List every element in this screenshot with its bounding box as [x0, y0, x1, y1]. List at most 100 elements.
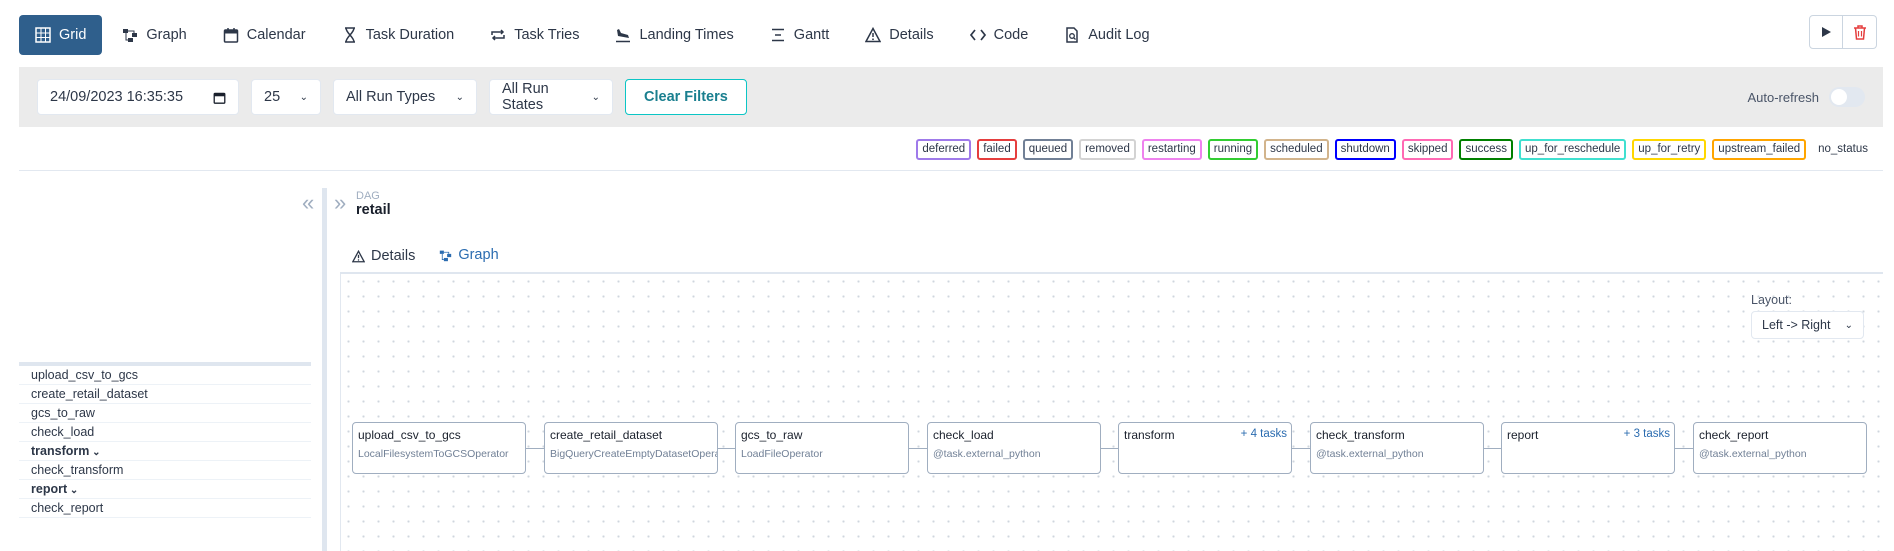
- breadcrumb-dag-label: DAG: [356, 190, 380, 202]
- graph-node-check-report[interactable]: check_report @task.external_python: [1693, 422, 1867, 474]
- graph-canvas[interactable]: [340, 274, 1883, 551]
- top-nav: Grid Graph Calendar Task Duration Task T…: [19, 15, 1170, 55]
- task-row-create-retail-dataset[interactable]: create_retail_dataset: [19, 385, 311, 404]
- nav-task-tries[interactable]: Task Tries: [474, 15, 595, 55]
- nav-calendar-label: Calendar: [246, 27, 306, 43]
- layout-value: Left -> Right: [1762, 318, 1831, 332]
- auto-refresh-toggle[interactable]: [1829, 87, 1865, 107]
- graph-node-check-transform[interactable]: check_transform @task.external_python: [1310, 422, 1484, 474]
- legend-item-no-status[interactable]: no_status: [1812, 139, 1874, 160]
- legend-item-running[interactable]: running: [1207, 139, 1259, 160]
- chevron-down-icon: ⌄: [455, 91, 464, 103]
- nav-details[interactable]: Details: [849, 15, 949, 55]
- task-row-check-report[interactable]: check_report: [19, 499, 311, 518]
- clear-filters-button[interactable]: Clear Filters: [625, 79, 747, 115]
- node-expand-link[interactable]: + 3 tasks: [1624, 428, 1670, 440]
- trash-icon: [1853, 24, 1866, 40]
- legend-item-deferred[interactable]: deferred: [916, 139, 972, 160]
- legend-item-scheduled[interactable]: scheduled: [1264, 139, 1329, 160]
- legend-item-restarting[interactable]: restarting: [1141, 139, 1202, 160]
- tab-graph[interactable]: Graph: [427, 238, 511, 274]
- nav-calendar[interactable]: Calendar: [207, 15, 322, 55]
- node-name: create_retail_dataset: [550, 428, 663, 442]
- dag-actions: [1809, 15, 1877, 49]
- nav-code-label: Code: [993, 27, 1029, 43]
- state-legend: deferred failed queued removed restarting run…: [916, 139, 1874, 160]
- expand-panel-icon[interactable]: »: [334, 190, 346, 216]
- node-operator: @task.external_python: [1699, 448, 1807, 460]
- legend-item-up-for-reschedule[interactable]: up_for_reschedule: [1519, 139, 1627, 160]
- panel-resizer[interactable]: [322, 188, 327, 551]
- graph-node-create-retail-dataset[interactable]: create_retail_dataset BigQueryCreateEmpty…: [544, 422, 718, 474]
- node-operator: BigQueryCreateEmptyDatasetOperator: [550, 448, 718, 460]
- task-row-check-transform[interactable]: check_transform: [19, 461, 311, 480]
- nav-grid[interactable]: Grid: [19, 15, 103, 55]
- chevron-down-icon: ⌄: [591, 91, 600, 103]
- base-date-value: 24/09/2023 16:35:35: [50, 89, 184, 105]
- trigger-dag-button[interactable]: [1809, 15, 1843, 49]
- chevron-down-icon: ⌄: [67, 485, 79, 496]
- layout-select[interactable]: Left -> Right ⌄: [1751, 311, 1864, 339]
- delete-dag-button[interactable]: [1843, 15, 1877, 49]
- play-icon: [1822, 27, 1831, 37]
- num-runs-select[interactable]: 25 ⌄: [251, 79, 321, 115]
- legend-item-removed[interactable]: removed: [1079, 139, 1136, 160]
- graph-node-upload-csv-to-gcs[interactable]: upload_csv_to_gcs LocalFilesystemToGCSOpe…: [352, 422, 526, 474]
- graph-edge: [909, 448, 927, 449]
- graph-node-check-load[interactable]: check_load @task.external_python: [927, 422, 1101, 474]
- legend-item-queued[interactable]: queued: [1022, 139, 1074, 160]
- graph-icon: [440, 250, 452, 261]
- nav-graph[interactable]: Graph: [106, 15, 202, 55]
- divider: [19, 170, 1883, 171]
- task-label: upload_csv_to_gcs: [31, 368, 139, 382]
- task-list: upload_csv_to_gcs create_retail_datasetgc…: [19, 362, 311, 518]
- grid-icon: [35, 27, 51, 43]
- nav-code[interactable]: Code: [954, 15, 1045, 55]
- task-row-upload-csv-to-gcs[interactable]: upload_csv_to_gcs: [19, 366, 311, 385]
- task-label: check_load: [31, 425, 95, 439]
- node-name: check_transform: [1316, 428, 1405, 442]
- legend-item-upstream-failed[interactable]: upstream_failed: [1712, 139, 1807, 160]
- run-states-select[interactable]: All Run States ⌄: [489, 79, 613, 115]
- task-row-check-load[interactable]: check_load: [19, 423, 311, 442]
- run-states-value: All Run States: [502, 81, 549, 113]
- task-label: check_report: [31, 501, 104, 515]
- node-name: check_report: [1699, 428, 1769, 442]
- base-date-input[interactable]: 24/09/2023 16:35:35: [37, 79, 239, 115]
- file-search-icon: [1066, 27, 1079, 43]
- legend-item-up-for-retry[interactable]: up_for_retry: [1632, 139, 1707, 160]
- nav-audit-log-label: Audit Log: [1088, 27, 1150, 43]
- nav-task-duration-label: Task Duration: [365, 27, 455, 43]
- task-label: gcs_to_raw: [31, 406, 95, 420]
- nav-audit-log[interactable]: Audit Log: [1048, 15, 1165, 55]
- nav-task-duration[interactable]: Task Duration: [326, 15, 471, 55]
- chevron-down-icon: ⌄: [299, 91, 308, 103]
- graph-node-gcs-to-raw[interactable]: gcs_to_raw LoadFileOperator: [735, 422, 909, 474]
- graph-node-report[interactable]: report + 3 tasks: [1501, 422, 1675, 474]
- legend-item-failed[interactable]: failed: [977, 139, 1017, 160]
- nav-landing-times[interactable]: Landing Times: [599, 15, 749, 55]
- calendar-icon: [213, 92, 226, 104]
- nav-gantt[interactable]: Gantt: [754, 15, 845, 55]
- task-row-transform[interactable]: transform ⌄: [19, 442, 311, 461]
- tab-details[interactable]: Details: [340, 238, 427, 274]
- task-row-gcs-to-raw[interactable]: gcs_to_raw: [19, 404, 311, 423]
- node-operator: @task.external_python: [1316, 448, 1424, 460]
- plane-landing-icon: [616, 29, 631, 43]
- chevron-down-icon: ⌄: [89, 447, 101, 458]
- node-expand-link[interactable]: + 4 tasks: [1241, 428, 1287, 440]
- legend-item-shutdown[interactable]: shutdown: [1334, 139, 1396, 160]
- task-label: create_retail_dataset: [31, 387, 148, 401]
- chevron-down-icon: ⌄: [1844, 319, 1853, 331]
- detail-tabs: Details Graph: [340, 238, 511, 274]
- nav-details-label: Details: [889, 27, 934, 43]
- task-row-report[interactable]: report ⌄: [19, 480, 311, 499]
- calendar-icon: [223, 28, 238, 43]
- breadcrumb-dag-name[interactable]: retail: [356, 202, 391, 218]
- auto-refresh: Auto-refresh: [1747, 87, 1865, 107]
- graph-node-transform[interactable]: transform + 4 tasks: [1118, 422, 1292, 474]
- run-types-select[interactable]: All Run Types ⌄: [333, 79, 477, 115]
- legend-item-success[interactable]: success: [1459, 139, 1514, 160]
- legend-item-skipped[interactable]: skipped: [1401, 139, 1454, 160]
- collapse-grid-icon[interactable]: «: [302, 190, 314, 216]
